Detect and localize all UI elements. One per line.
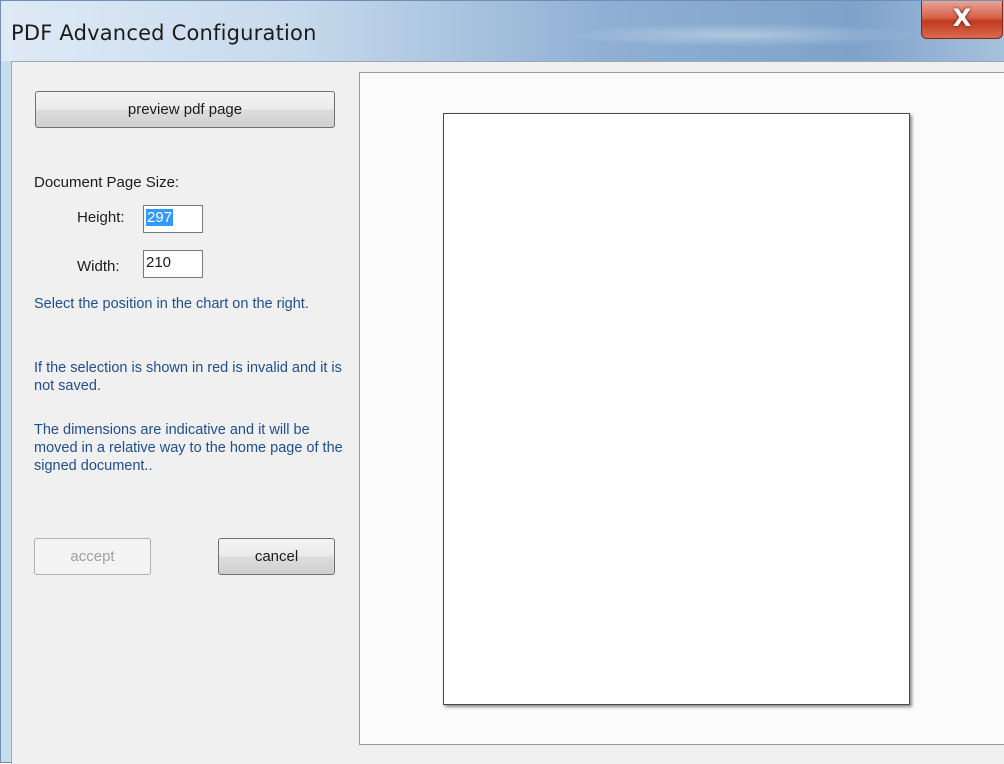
dialog-window: PDF Advanced Configuration X preview pdf… (0, 0, 1004, 764)
info-dimensions-indicative: The dimensions are indicative and it wil… (34, 422, 343, 474)
info-select-position: Select the position in the chart on the … (34, 296, 309, 312)
dialog-client-area: preview pdf page Document Page Size: Hei… (11, 61, 1004, 764)
height-label: Height: (77, 209, 125, 226)
title-bar[interactable]: PDF Advanced Configuration X (1, 1, 1004, 61)
width-label: Width: (77, 258, 120, 275)
close-icon: X (952, 4, 972, 32)
width-input[interactable]: 210 (143, 250, 203, 278)
height-input[interactable]: 297 (143, 205, 203, 233)
cancel-button[interactable]: cancel (218, 538, 335, 575)
document-page-size-label: Document Page Size: (34, 174, 180, 191)
window-title: PDF Advanced Configuration (11, 21, 317, 45)
pdf-preview-panel (359, 72, 1004, 745)
close-button[interactable]: X (921, 1, 1003, 39)
preview-pdf-page-button[interactable]: preview pdf page (35, 91, 335, 128)
title-bar-glare (561, 23, 921, 47)
pdf-page-preview[interactable] (443, 113, 910, 705)
width-value: 210 (146, 254, 172, 271)
height-value: 297 (146, 209, 174, 226)
accept-button[interactable]: accept (34, 538, 151, 575)
info-invalid-selection: If the selection is shown in red is inva… (34, 360, 342, 394)
